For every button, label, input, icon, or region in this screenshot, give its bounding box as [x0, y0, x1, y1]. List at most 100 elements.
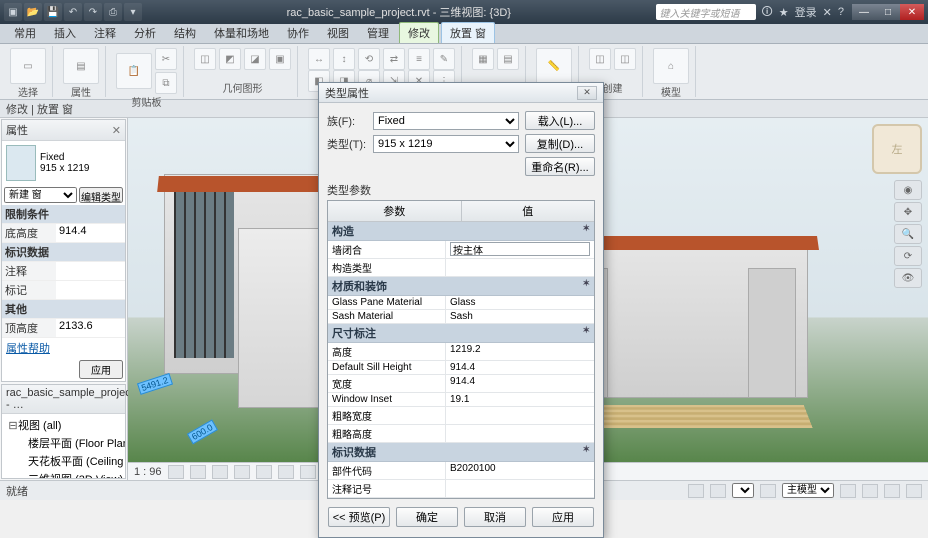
param-value[interactable]: 1219.2 — [446, 343, 594, 360]
tab-annotate[interactable]: 注释 — [86, 23, 124, 43]
param-value[interactable] — [446, 480, 594, 497]
family-select[interactable]: Fixed — [373, 112, 519, 130]
tab-modify[interactable]: 修改 — [399, 22, 439, 43]
sb-icon-3[interactable] — [760, 484, 776, 498]
sb-icon-2[interactable] — [710, 484, 726, 498]
properties-apply-button[interactable]: 应用 — [79, 360, 123, 379]
view-scale-label[interactable]: 1 : 96 — [134, 466, 162, 478]
param-value[interactable]: B2020100 — [446, 462, 594, 479]
prop-v-comment[interactable] — [56, 262, 125, 280]
param-section-header[interactable]: 构造✶ — [328, 222, 594, 241]
mod-icon-2[interactable]: ↕ — [333, 48, 355, 70]
param-value[interactable]: 19.1 — [446, 393, 594, 406]
param-value[interactable] — [446, 407, 594, 424]
help-search-input[interactable]: 键入关键字或短语 — [656, 4, 756, 20]
tree-node[interactable]: 楼层平面 (Floor Plan) — [4, 434, 123, 452]
nav-pan-icon[interactable]: ✥ — [894, 202, 922, 222]
tab-view[interactable]: 视图 — [319, 23, 357, 43]
properties-close-icon[interactable]: ✕ — [112, 124, 121, 137]
measure-icon[interactable]: 📏 — [536, 48, 572, 84]
tab-massing[interactable]: 体量和场地 — [206, 23, 277, 43]
mod-icon-6[interactable]: ✎ — [433, 48, 455, 70]
model-icon[interactable]: ⌂ — [653, 48, 689, 84]
crop-icon[interactable] — [278, 465, 294, 479]
nav-zoom-icon[interactable]: 🔍 — [894, 224, 922, 244]
param-section-header[interactable]: 尺寸标注✶ — [328, 324, 594, 343]
preview-button[interactable]: << 预览(P) — [328, 507, 390, 527]
tab-analyze[interactable]: 分析 — [126, 23, 164, 43]
nav-wheel-icon[interactable]: ◉ — [894, 180, 922, 200]
qat-print[interactable]: ⎙ — [104, 3, 122, 21]
sb-icon-4[interactable] — [840, 484, 856, 498]
rename-button[interactable]: 重命名(R)... — [525, 157, 595, 176]
help-icon[interactable]: ? — [838, 6, 844, 18]
tab-insert[interactable]: 插入 — [46, 23, 84, 43]
cancel-button[interactable]: 取消 — [464, 507, 526, 527]
properties-icon[interactable]: ▤ — [63, 48, 99, 84]
tab-place-window[interactable]: 放置 窗 — [441, 22, 495, 43]
nav-look-icon[interactable]: 👁 — [894, 268, 922, 288]
type-select[interactable]: 915 x 1219 — [373, 135, 519, 153]
sb-icon-6[interactable] — [884, 484, 900, 498]
dialog-apply-button[interactable]: 应用 — [532, 507, 594, 527]
edit-type-button[interactable]: 编辑类型 — [79, 187, 123, 203]
mod-icon-3[interactable]: ⟲ — [358, 48, 380, 70]
tab-manage[interactable]: 管理 — [359, 23, 397, 43]
param-value[interactable] — [446, 425, 594, 442]
dialog-close-button[interactable]: ✕ — [577, 86, 597, 100]
create-icon-2[interactable]: ◫ — [614, 48, 636, 70]
modify-select-icon[interactable]: ▭ — [10, 48, 46, 84]
geom-icon-4[interactable]: ▣ — [269, 48, 291, 70]
cut-icon[interactable]: ✂ — [155, 48, 177, 70]
crop-region-icon[interactable] — [300, 465, 316, 479]
tab-home[interactable]: 常用 — [6, 23, 44, 43]
param-value[interactable]: Sash — [446, 310, 594, 323]
tree-node[interactable]: 三维视图 (3D View) — [4, 470, 123, 478]
sb-icon-5[interactable] — [862, 484, 878, 498]
workset-selector[interactable] — [732, 483, 754, 498]
duplicate-button[interactable]: 复制(D)... — [525, 134, 595, 153]
view-cube[interactable]: 左 — [872, 124, 922, 174]
signin-button[interactable]: 登录 — [795, 4, 817, 20]
visual-style-icon[interactable] — [190, 465, 206, 479]
qat-open[interactable]: 📂 — [24, 3, 42, 21]
design-option-selector[interactable]: 主模型 — [782, 483, 834, 498]
param-value[interactable]: 914.4 — [446, 375, 594, 392]
favorite-icon[interactable]: ★ — [779, 6, 789, 19]
qat-more[interactable]: ▾ — [124, 3, 142, 21]
subscription-icon[interactable]: 🛈 — [762, 3, 773, 22]
tab-structure[interactable]: 结构 — [166, 23, 204, 43]
param-value[interactable] — [446, 259, 594, 276]
ok-button[interactable]: 确定 — [396, 507, 458, 527]
app-menu-button[interactable]: ▣ — [4, 3, 22, 21]
instance-selector[interactable]: 新建 窗 — [4, 187, 77, 203]
create-icon-1[interactable]: ◫ — [589, 48, 611, 70]
geom-icon-1[interactable]: ◫ — [194, 48, 216, 70]
maximize-button[interactable]: □ — [876, 4, 900, 20]
mod-icon-5[interactable]: ≡ — [408, 48, 430, 70]
tab-collaborate[interactable]: 协作 — [279, 23, 317, 43]
nav-orbit-icon[interactable]: ⟳ — [894, 246, 922, 266]
tree-node[interactable]: ⊟视图 (all) — [4, 416, 123, 434]
sb-filter-icon[interactable] — [906, 484, 922, 498]
sb-icon-1[interactable] — [688, 484, 704, 498]
qat-save[interactable]: 💾 — [44, 3, 62, 21]
prop-v-head[interactable]: 2133.6 — [56, 319, 125, 337]
copy-icon[interactable]: ⧉ — [155, 72, 177, 94]
view-icon-2[interactable]: ▤ — [497, 48, 519, 70]
view-icon-1[interactable]: ▦ — [472, 48, 494, 70]
load-button[interactable]: 载入(L)... — [525, 111, 595, 130]
mod-icon-1[interactable]: ↔ — [308, 48, 330, 70]
param-value[interactable] — [446, 241, 594, 258]
exchange-icon[interactable]: ✕ — [823, 6, 832, 19]
paste-icon[interactable]: 📋 — [116, 53, 152, 89]
detail-level-icon[interactable] — [168, 465, 184, 479]
param-value-input[interactable] — [450, 242, 590, 256]
tree-node[interactable]: 天花板平面 (Ceiling Plan) — [4, 452, 123, 470]
param-value[interactable]: Glass — [446, 296, 594, 309]
mod-icon-4[interactable]: ⇄ — [383, 48, 405, 70]
minimize-button[interactable]: — — [852, 4, 876, 20]
param-section-header[interactable]: 材质和装饰✶ — [328, 277, 594, 296]
shadow-icon[interactable] — [234, 465, 250, 479]
geom-icon-2[interactable]: ◩ — [219, 48, 241, 70]
